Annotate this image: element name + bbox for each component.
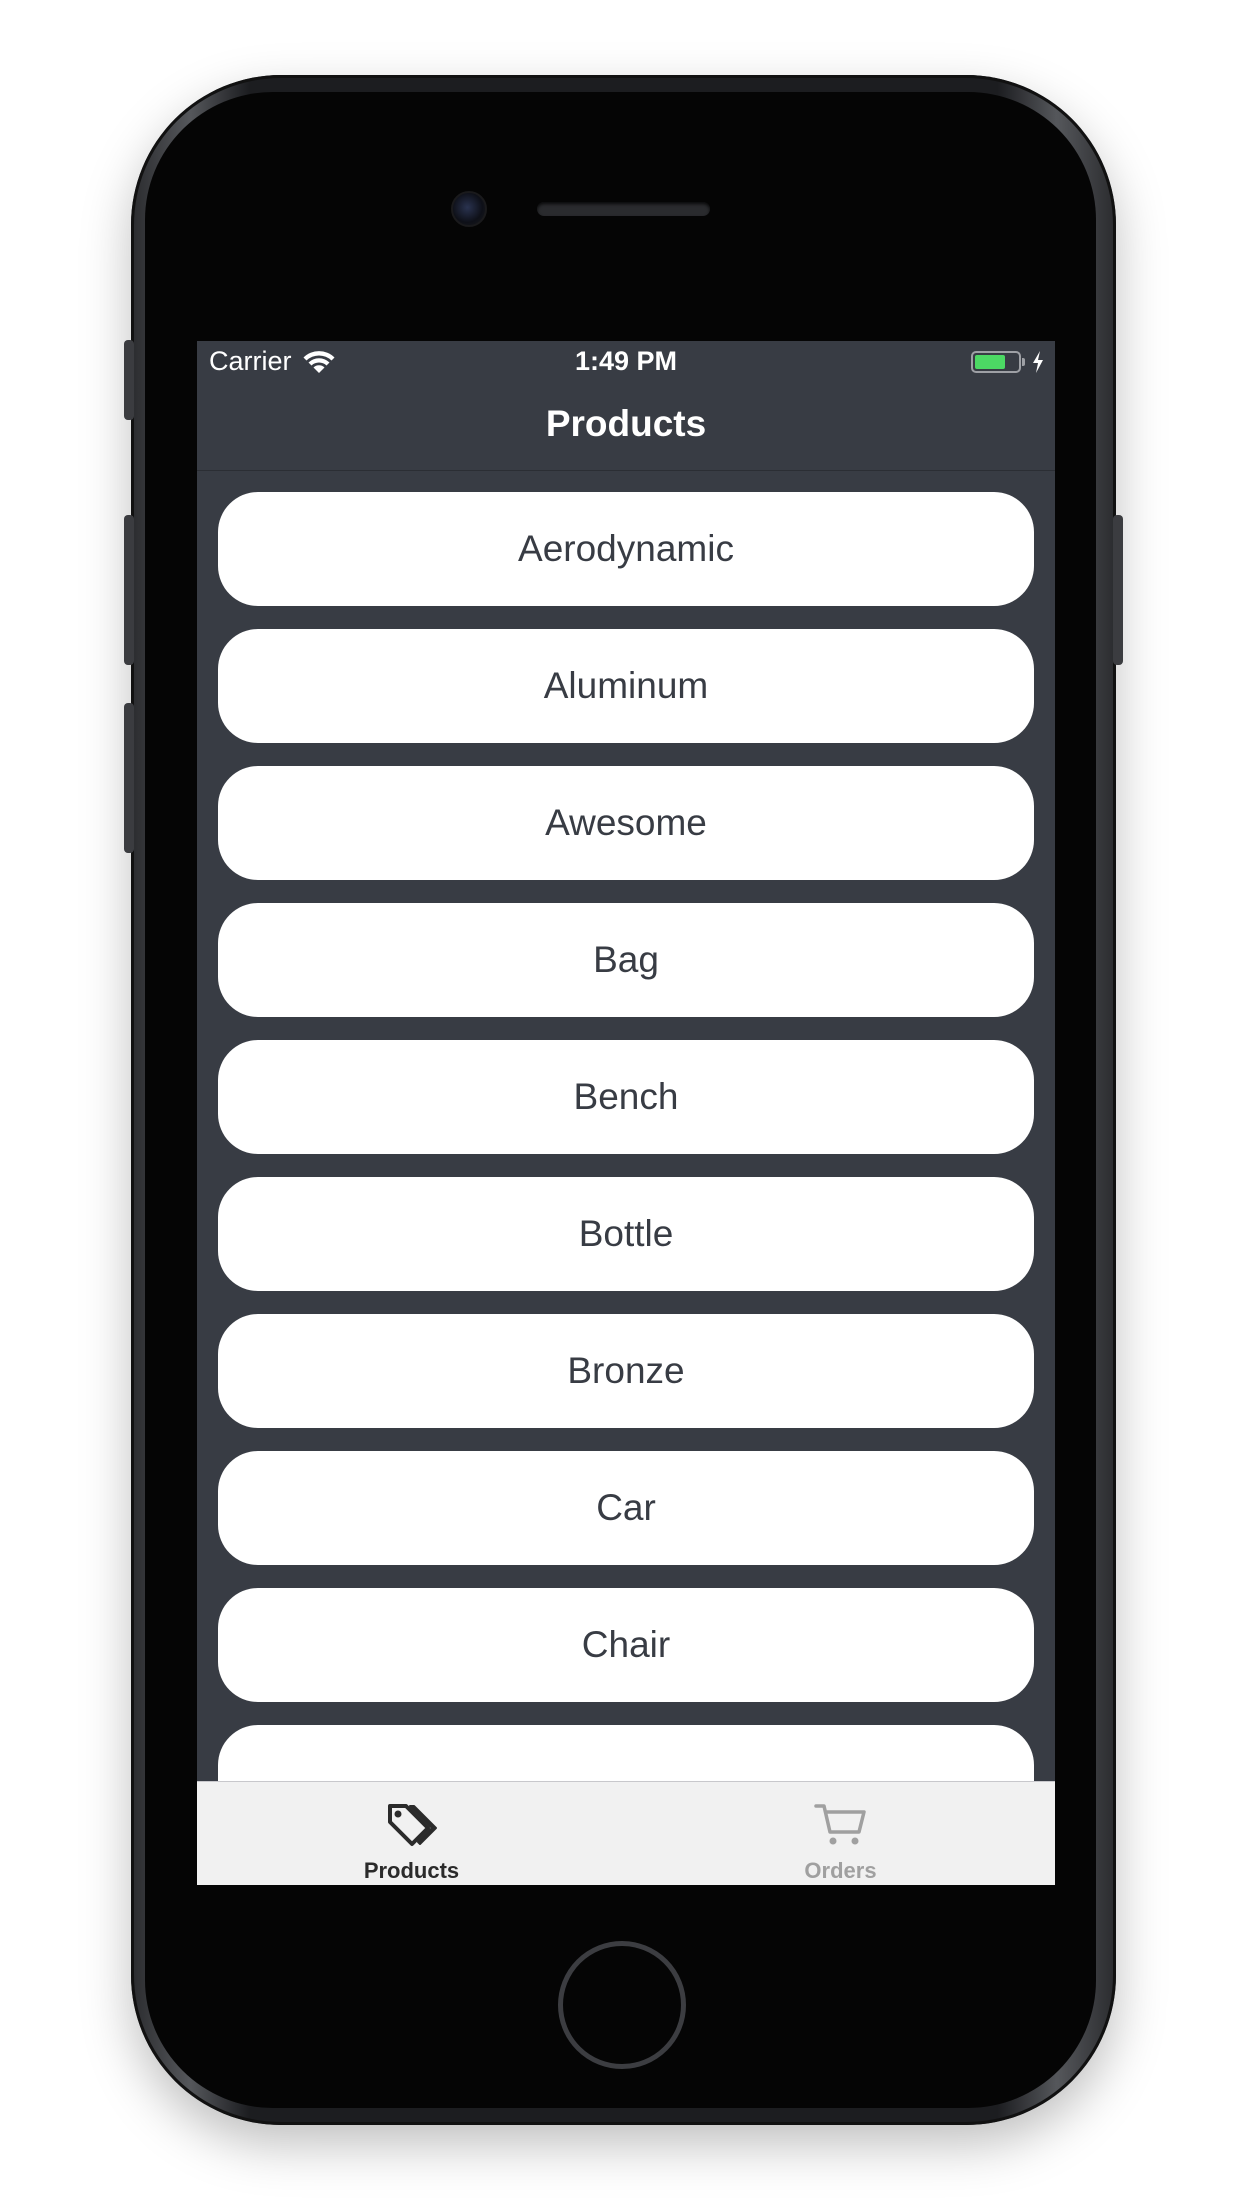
status-bar: Carrier 1:49 PM [197,341,1055,383]
product-item[interactable]: Chair [218,1588,1034,1702]
cart-icon [813,1804,866,1845]
tab-products-label: Products [363,1858,460,1883]
earpiece-speaker [537,202,710,216]
product-label: Awesome [545,802,707,843]
status-time: 1:49 PM [574,346,678,376]
volume-up-button [124,515,134,665]
app-screen: Carrier 1:49 PM Products Aerodynamic Alu… [197,341,1055,1885]
tab-bar: Products Orders [197,1781,1055,1885]
product-label: Bottle [578,1213,674,1254]
battery-level [975,355,1006,369]
product-item[interactable]: Bench [218,1040,1034,1154]
product-list[interactable]: Aerodynamic Aluminum Awesome Bag Bench B… [197,471,1055,1781]
front-camera [451,191,487,227]
product-label: Aluminum [543,665,709,706]
battery-tip [1022,358,1025,366]
product-item[interactable]: Aerodynamic [218,492,1034,606]
mute-switch [124,340,134,420]
product-item[interactable]: Bronze [218,1314,1034,1428]
product-label: Bronze [567,1350,685,1391]
tab-orders[interactable]: Orders [626,1782,1055,1885]
tab-products[interactable]: Products [197,1782,626,1885]
home-button[interactable] [558,1941,686,2069]
product-label: Bag [593,939,659,980]
volume-down-button [124,703,134,853]
page-title: Products [545,403,707,444]
product-item[interactable]: Awesome [218,766,1034,880]
product-item[interactable]: Aluminum [218,629,1034,743]
charging-bolt-icon [1033,351,1043,373]
battery-icon [971,351,1021,373]
tag-icon [387,1804,437,1846]
product-item[interactable]: Car [218,1451,1034,1565]
product-item[interactable] [218,1725,1034,1781]
product-label: Chair [581,1624,671,1665]
product-item[interactable]: Bag [218,903,1034,1017]
tab-orders-label: Orders [804,1858,877,1883]
product-label: Aerodynamic [518,528,734,569]
power-button [1113,515,1123,665]
battery-indicator [971,351,1045,373]
product-label: Car [596,1487,656,1528]
product-item[interactable]: Bottle [218,1177,1034,1291]
product-label: Bench [573,1076,679,1117]
navigation-bar: Products [197,383,1055,471]
